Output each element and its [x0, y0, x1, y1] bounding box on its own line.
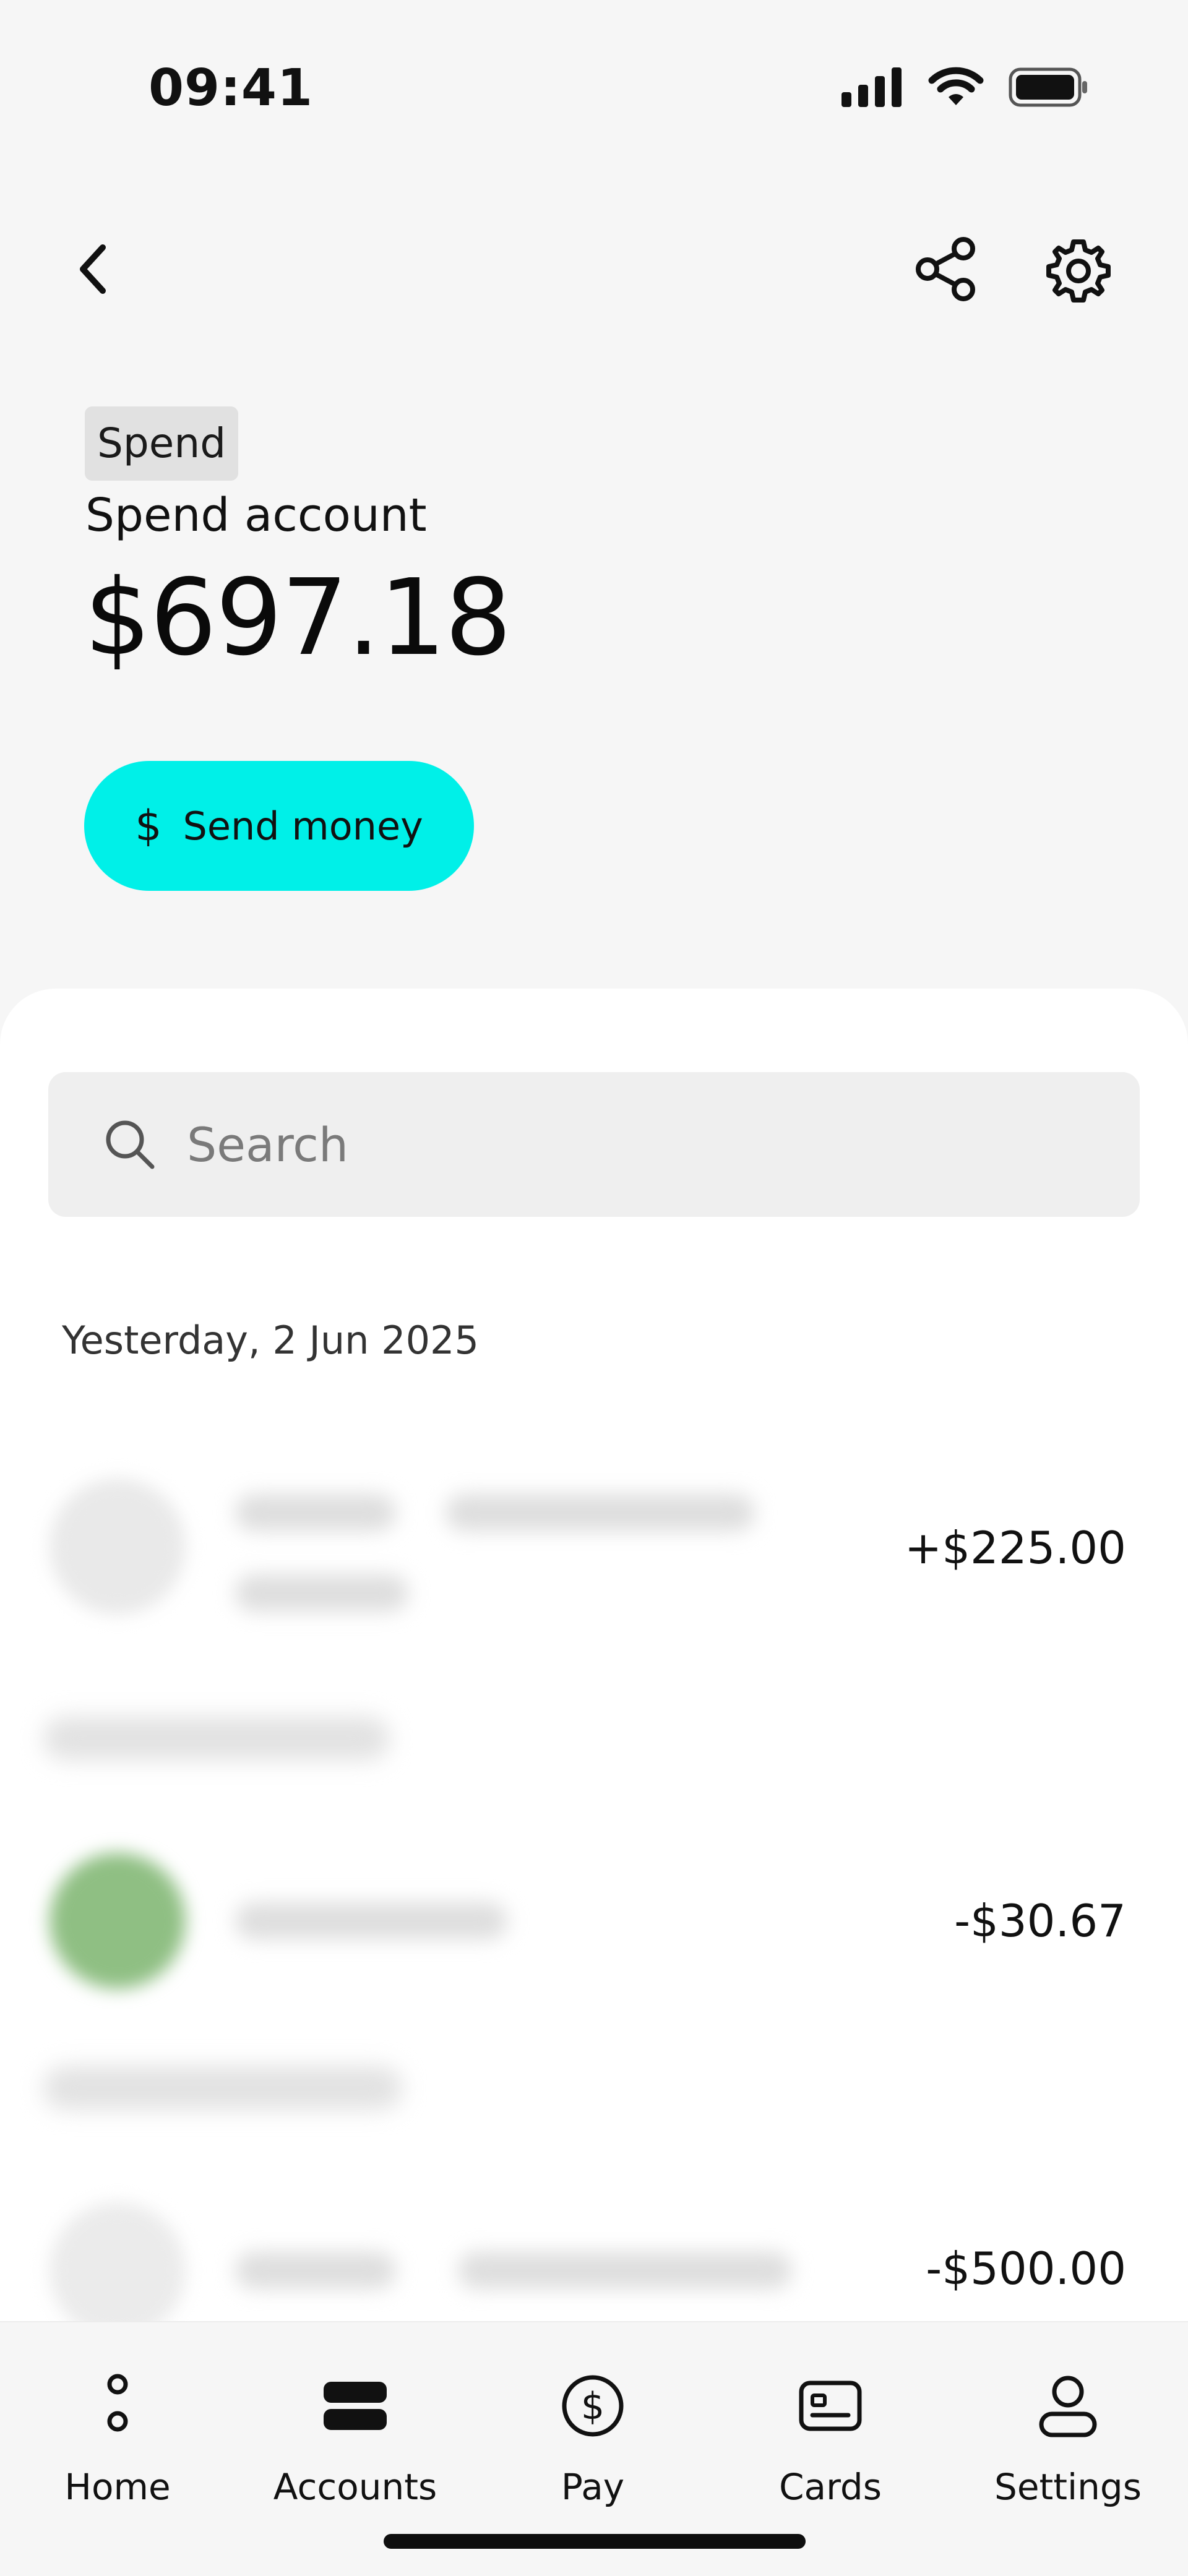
- search-icon: [106, 1120, 155, 1169]
- merchant-name-redacted: [458, 2252, 792, 2289]
- merchant-name-redacted: [235, 1902, 507, 1939]
- account-settings-button[interactable]: [1040, 232, 1117, 309]
- merchant-avatar: [50, 1479, 186, 1615]
- cellular-signal-icon: [842, 67, 902, 107]
- tab-label: Accounts: [273, 2466, 437, 2508]
- merchant-name-redacted: [235, 2252, 396, 2289]
- svg-text:$: $: [581, 2385, 605, 2428]
- tab-settings[interactable]: Settings: [975, 2366, 1161, 2527]
- account-type-tag: Spend: [85, 406, 239, 481]
- search-bar[interactable]: [48, 1072, 1140, 1217]
- transaction-amount: -$500.00: [926, 2243, 1126, 2295]
- transaction-amount: +$225.00: [904, 1522, 1126, 1574]
- tab-label: Home: [64, 2466, 171, 2508]
- transaction-amount: -$30.67: [954, 1895, 1126, 1947]
- wifi-icon: [928, 67, 984, 105]
- back-button[interactable]: [62, 235, 124, 303]
- settings-profile-icon: [1028, 2366, 1108, 2446]
- transaction-row[interactable]: -$30.67: [0, 1828, 1188, 2014]
- tab-accounts[interactable]: Accounts: [262, 2366, 448, 2527]
- battery-icon: [1009, 67, 1087, 107]
- search-input[interactable]: [186, 1116, 1054, 1173]
- home-icon: [77, 2366, 158, 2446]
- subheader-redacted: [43, 2066, 402, 2110]
- dollar-icon: $: [135, 801, 162, 851]
- home-indicator: [384, 2534, 806, 2549]
- subheader-redacted: [43, 1717, 390, 1760]
- merchant-name-redacted: [446, 1494, 755, 1531]
- tab-label: Settings: [994, 2466, 1142, 2508]
- tab-pay[interactable]: $ Pay: [500, 2366, 686, 2527]
- merchant-avatar: [50, 1853, 186, 1989]
- merchant-name-redacted: [235, 1494, 396, 1531]
- tab-home[interactable]: Home: [25, 2366, 210, 2527]
- gear-icon: [1046, 239, 1111, 303]
- pay-icon: $: [553, 2366, 633, 2446]
- tab-cards[interactable]: Cards: [738, 2366, 923, 2527]
- tab-label: Cards: [779, 2466, 882, 2508]
- send-money-button[interactable]: $ Send money: [84, 761, 474, 891]
- transactions-date-header: Yesterday, 2 Jun 2025: [62, 1318, 479, 1363]
- share-button[interactable]: [910, 235, 984, 303]
- transaction-detail-redacted: [235, 1574, 408, 1612]
- share-icon: [916, 237, 975, 301]
- status-time: 09:41: [148, 59, 314, 118]
- send-money-label: Send money: [183, 803, 423, 849]
- accounts-icon: [315, 2366, 395, 2446]
- transaction-row[interactable]: +$225.00: [0, 1454, 1188, 1639]
- chevron-left-icon: [80, 244, 106, 294]
- account-name: Spend account: [85, 489, 427, 542]
- status-icons: [842, 67, 1089, 108]
- account-balance: $697.18: [84, 557, 512, 679]
- tab-label: Pay: [561, 2466, 625, 2508]
- merchant-avatar: [50, 2202, 186, 2338]
- cards-icon: [790, 2366, 871, 2446]
